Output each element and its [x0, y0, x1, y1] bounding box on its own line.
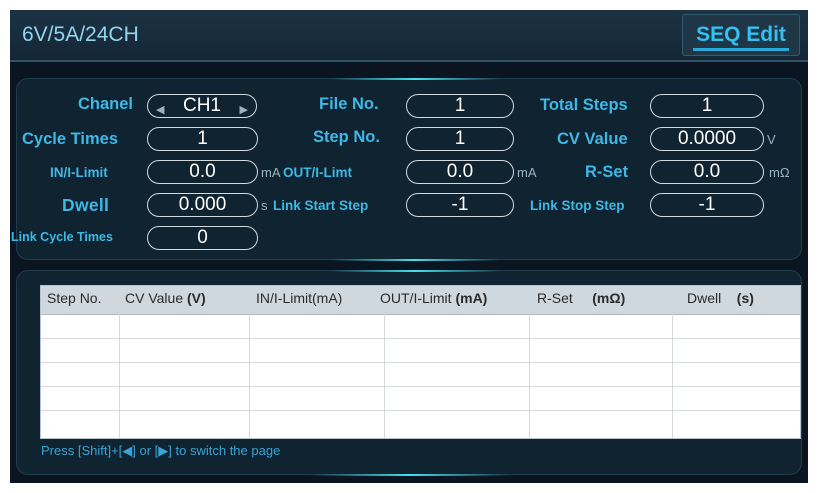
column-divider [249, 314, 250, 438]
total-steps-label: Total Steps [540, 96, 628, 114]
dwell-field[interactable]: 0.000 [147, 193, 258, 217]
col-header-step-no: Step No. [47, 290, 102, 306]
link-stop-step-field[interactable]: -1 [650, 193, 764, 217]
column-divider [529, 314, 530, 438]
link-cycle-times-field[interactable]: 0 [147, 226, 258, 250]
in-limit-unit: mA [261, 165, 281, 180]
title-bar: 6V/5A/24CH SEQ Edit [10, 10, 808, 62]
dwell-label: Dwell [62, 195, 110, 215]
channel-value: CH1 [182, 95, 221, 116]
channel-prev-arrow-icon[interactable]: ◀ [156, 100, 164, 121]
channel-label: Chanel [78, 95, 134, 113]
out-limit-unit: mA [517, 165, 537, 180]
device-title: 6V/5A/24CH [22, 23, 139, 46]
step-no-field[interactable]: 1 [406, 127, 514, 151]
cv-value-field[interactable]: 0.0000 [650, 127, 764, 151]
tab-active-indicator [693, 48, 789, 51]
settings-panel-bottom-glow [330, 259, 500, 261]
seq-edit-screen: 6V/5A/24CH SEQ Edit Chanel ◀ CH1 ▶ File … [10, 10, 808, 483]
col-header-in-limit: IN/I-Limit(mA) [256, 290, 343, 306]
out-limit-label: OUT/I-Limt [283, 165, 352, 180]
col-header-dwell: Dwell (s) [687, 290, 754, 306]
cv-value-label: CV Value [557, 130, 628, 148]
step-no-label: Step No. [313, 128, 380, 146]
file-no-field[interactable]: 1 [406, 94, 514, 118]
column-divider [384, 314, 385, 438]
tab-seq-edit[interactable]: SEQ Edit [682, 14, 800, 56]
column-divider [119, 314, 120, 438]
col-header-cv-value: CV Value (V) [125, 290, 206, 306]
channel-selector[interactable]: ◀ CH1 ▶ [147, 94, 257, 118]
row-divider [41, 410, 800, 411]
table-panel-bottom-glow [310, 474, 510, 476]
link-cycle-times-label: Link Cycle Times [11, 230, 113, 244]
link-start-step-field[interactable]: -1 [406, 193, 514, 217]
channel-next-arrow-icon[interactable]: ▶ [240, 100, 248, 121]
col-header-r-set: R-Set (mΩ) [537, 290, 626, 306]
total-steps-field[interactable]: 1 [650, 94, 764, 118]
row-divider [41, 338, 800, 339]
in-limit-label: IN/I-Limit [50, 165, 108, 180]
r-set-field[interactable]: 0.0 [650, 160, 764, 184]
row-divider [41, 386, 800, 387]
cv-value-unit: V [767, 132, 776, 147]
col-header-out-limit: OUT/I-Limit (mA) [380, 290, 488, 306]
row-divider [41, 362, 800, 363]
table-panel-top-glow [330, 270, 500, 272]
link-start-step-label: Link Start Step [273, 198, 369, 213]
column-divider [672, 314, 673, 438]
link-stop-step-label: Link Stop Step [530, 198, 625, 213]
page-switch-hint: Press [Shift]+[◀] or [▶] to switch the p… [41, 443, 281, 458]
step-table-header: Step No. CV Value (V) IN/I-Limit(mA) OUT… [41, 286, 800, 315]
file-no-label: File No. [319, 95, 379, 113]
cycle-times-label: Cycle Times [22, 130, 119, 148]
r-set-label: R-Set [585, 163, 629, 181]
settings-panel-top-glow [330, 78, 500, 80]
out-limit-field[interactable]: 0.0 [406, 160, 514, 184]
step-table[interactable]: Step No. CV Value (V) IN/I-Limit(mA) OUT… [40, 285, 801, 439]
in-limit-field[interactable]: 0.0 [147, 160, 258, 184]
r-set-unit: mΩ [769, 165, 790, 180]
dwell-unit: s [261, 198, 268, 213]
cycle-times-field[interactable]: 1 [147, 127, 258, 151]
tab-seq-edit-label: SEQ Edit [696, 23, 786, 46]
